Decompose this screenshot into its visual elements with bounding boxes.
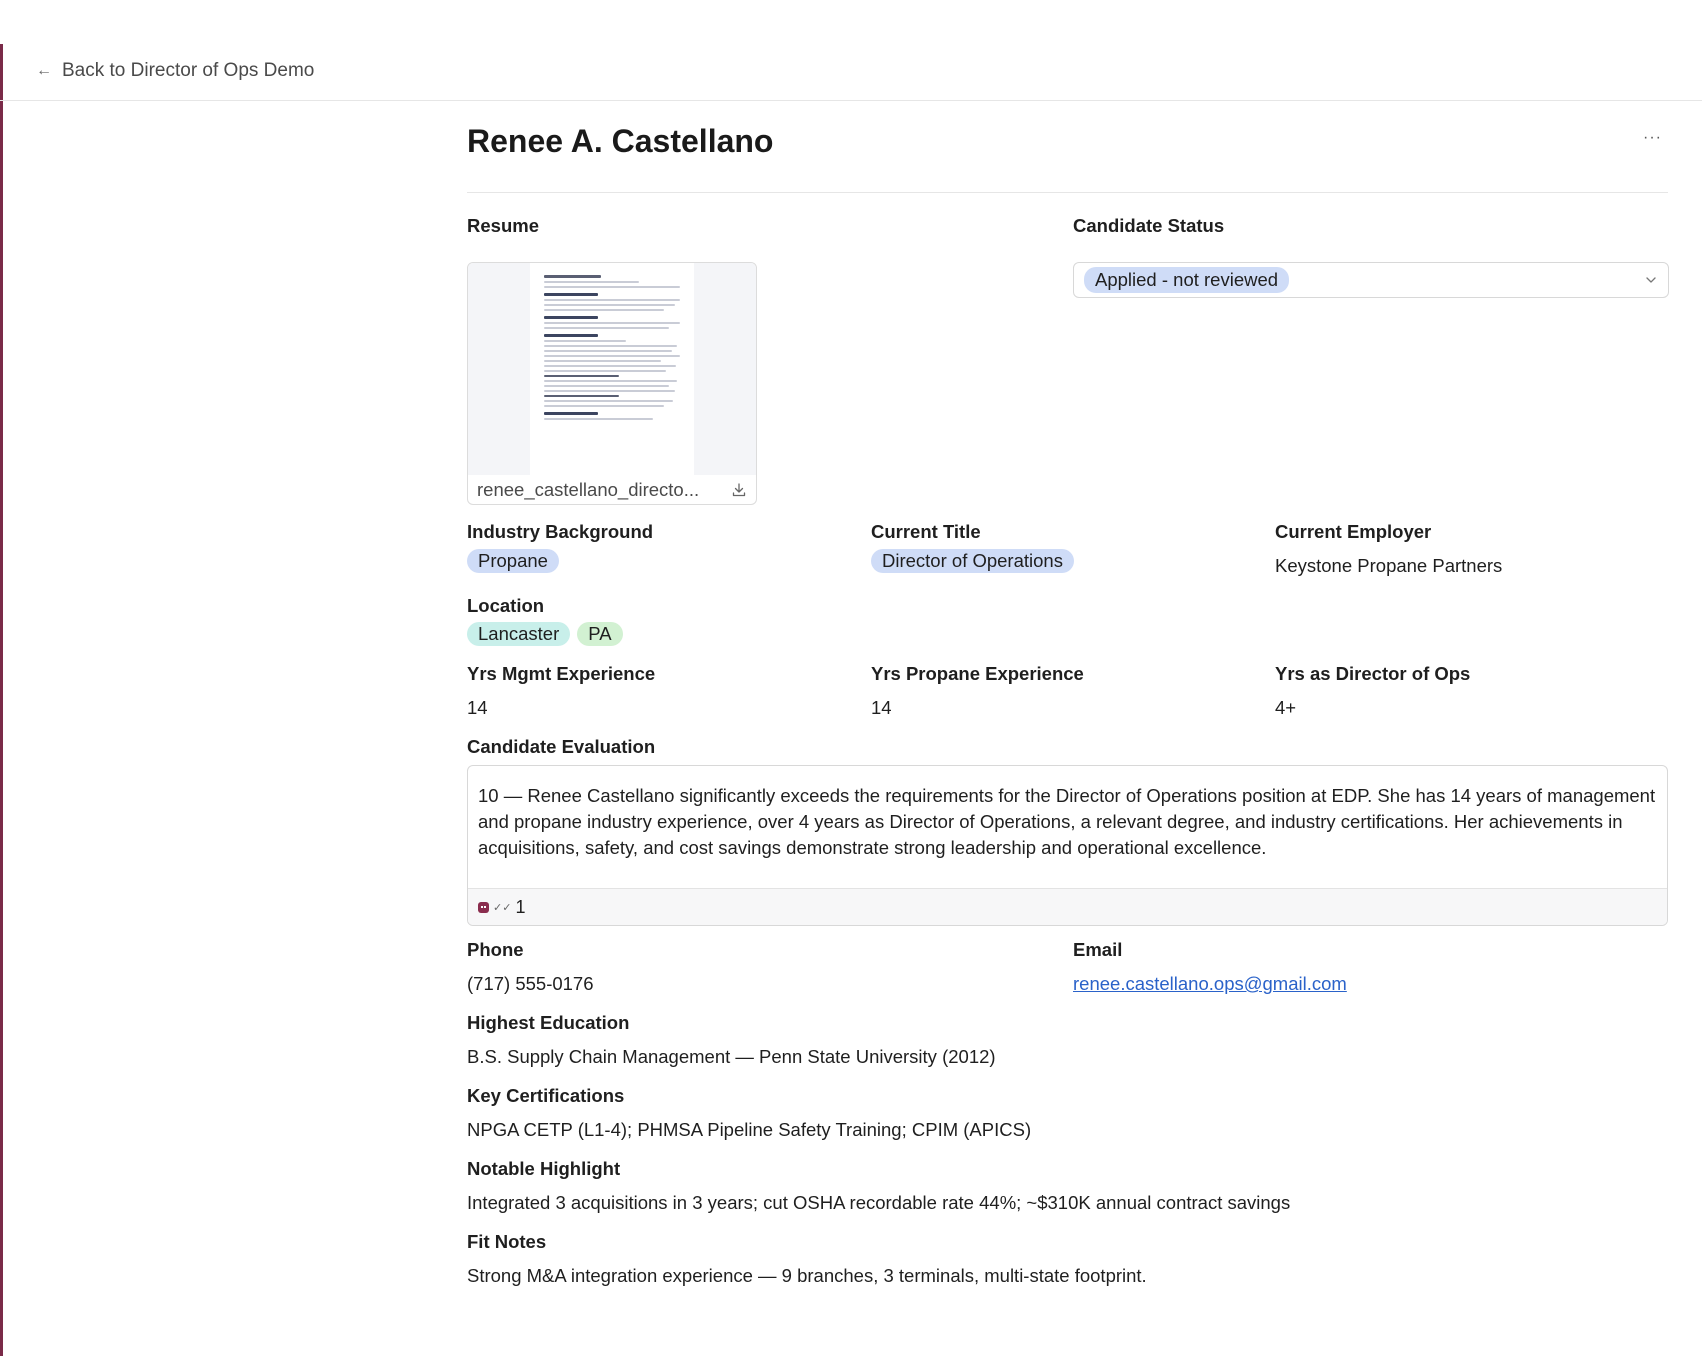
evaluation-label: Candidate Evaluation — [467, 736, 656, 757]
education-label: Highest Education — [467, 1012, 630, 1033]
record-detail: Renee A. Castellano ··· Resume renee_cas… — [467, 101, 1669, 1286]
location-city-pill: Lancaster — [467, 622, 571, 646]
chevron-down-icon — [1646, 277, 1656, 283]
current-employer-label: Current Employer — [1275, 521, 1432, 542]
current-title-label: Current Title — [871, 521, 981, 542]
location-label: Location — [467, 595, 545, 616]
email-link[interactable]: renee.castellano.ops@gmail.com — [1073, 973, 1347, 995]
resume-page-thumbnail — [530, 263, 694, 475]
arrow-left-icon: ← — [36, 62, 52, 79]
resume-filename[interactable]: renee_castellano_directo... — [477, 479, 699, 501]
mgmt-years-label: Yrs Mgmt Experience — [467, 663, 656, 684]
resume-attachment[interactable]: renee_castellano_directo... — [467, 262, 757, 505]
ai-assistant-icon[interactable] — [478, 902, 489, 913]
fit-notes-value: Strong M&A integration experience — 9 br… — [467, 1265, 1147, 1286]
status-pill: Applied - not reviewed — [1084, 267, 1290, 293]
evaluation-textbox[interactable]: 10 — Renee Castellano significantly exce… — [467, 765, 1668, 926]
candidate-status-label: Candidate Status — [1073, 215, 1225, 236]
email-label: Email — [1073, 939, 1123, 960]
education-value: B.S. Supply Chain Management — Penn Stat… — [467, 1046, 996, 1067]
industry-pill: Propane — [467, 549, 559, 573]
director-years-value: 4+ — [1275, 697, 1297, 718]
back-link-label: Back to Director of Ops Demo — [62, 60, 315, 81]
highlight-value: Integrated 3 acquisitions in 3 years; cu… — [467, 1192, 1291, 1213]
double-check-icon: ✓✓ — [493, 902, 512, 914]
current-employer-value: Keystone Propane Partners — [1275, 555, 1503, 576]
fit-notes-label: Fit Notes — [467, 1231, 547, 1252]
phone-label: Phone — [467, 939, 524, 960]
mgmt-years-value: 14 — [467, 697, 488, 718]
candidate-status-select[interactable]: Applied - not reviewed — [1073, 262, 1669, 298]
propane-years-label: Yrs Propane Experience — [871, 663, 1084, 684]
propane-years-value: 14 — [871, 697, 892, 718]
evaluation-count: 1 — [515, 897, 526, 917]
download-icon[interactable] — [731, 482, 747, 498]
certifications-label: Key Certifications — [467, 1085, 625, 1106]
certifications-value: NPGA CETP (L1-4); PHMSA Pipeline Safety … — [467, 1119, 1032, 1140]
current-title-field: Director of Operations — [871, 549, 1074, 573]
evaluation-footer: ✓✓ 1 — [468, 888, 1667, 925]
resume-label: Resume — [467, 215, 539, 236]
industry-field: Propane — [467, 549, 559, 573]
current-title-pill: Director of Operations — [871, 549, 1074, 573]
back-link[interactable]: ← Back to Director of Ops Demo — [36, 60, 314, 82]
resume-footer: renee_castellano_directo... — [468, 475, 756, 504]
director-years-label: Yrs as Director of Ops — [1275, 663, 1471, 684]
top-bar: ← Back to Director of Ops Demo — [0, 0, 1702, 101]
highlight-label: Notable Highlight — [467, 1158, 621, 1179]
record-header: Renee A. Castellano ··· — [467, 101, 1668, 193]
more-options-button[interactable]: ··· — [1643, 129, 1662, 147]
industry-label: Industry Background — [467, 521, 654, 542]
location-field: Lancaster PA — [467, 622, 623, 646]
page-title: Renee A. Castellano — [467, 123, 774, 159]
left-accent-bar — [0, 44, 3, 1356]
location-state-pill: PA — [577, 622, 623, 646]
resume-preview[interactable] — [468, 263, 756, 475]
evaluation-text: 10 — Renee Castellano significantly exce… — [478, 785, 1656, 858]
phone-value[interactable]: (717) 555-0176 — [467, 973, 594, 995]
